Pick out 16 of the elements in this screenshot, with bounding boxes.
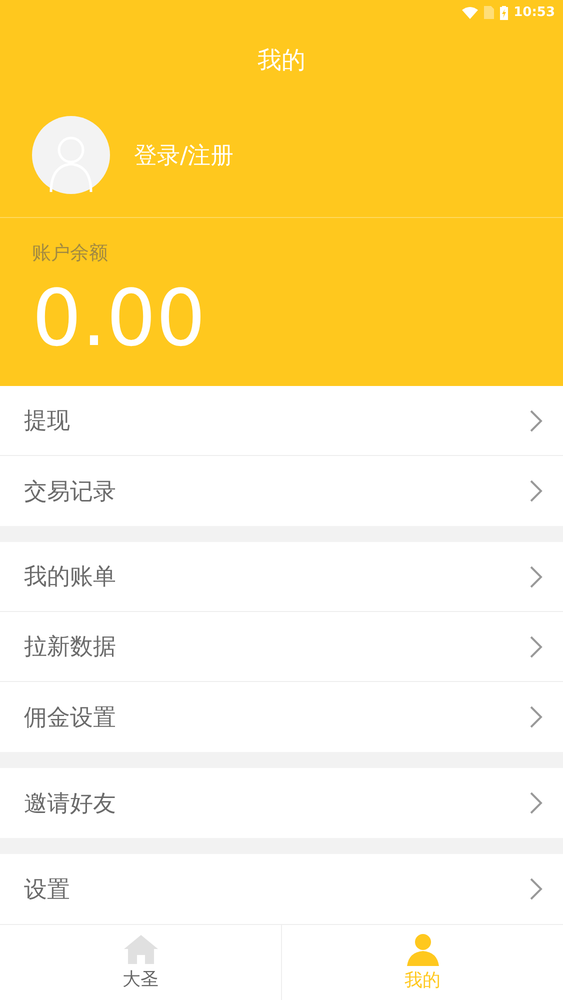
wifi-icon [462, 6, 478, 18]
balance-label: 账户余额 [32, 241, 109, 266]
balance-amount: 0.00 [32, 280, 207, 358]
status-time: 10:53 [514, 5, 555, 20]
page-title: 我的 [258, 45, 306, 76]
chevron-right-icon [529, 634, 543, 658]
chevron-right-icon [529, 408, 543, 432]
battery-charging-icon [500, 6, 508, 20]
person-icon [406, 934, 440, 966]
chevron-right-icon [529, 791, 543, 815]
chevron-right-icon [529, 479, 543, 503]
home-icon [124, 934, 158, 964]
no-sim-icon [484, 6, 494, 19]
chevron-right-icon [529, 877, 543, 901]
chevron-right-icon [529, 564, 543, 588]
chevron-right-icon [529, 705, 543, 729]
